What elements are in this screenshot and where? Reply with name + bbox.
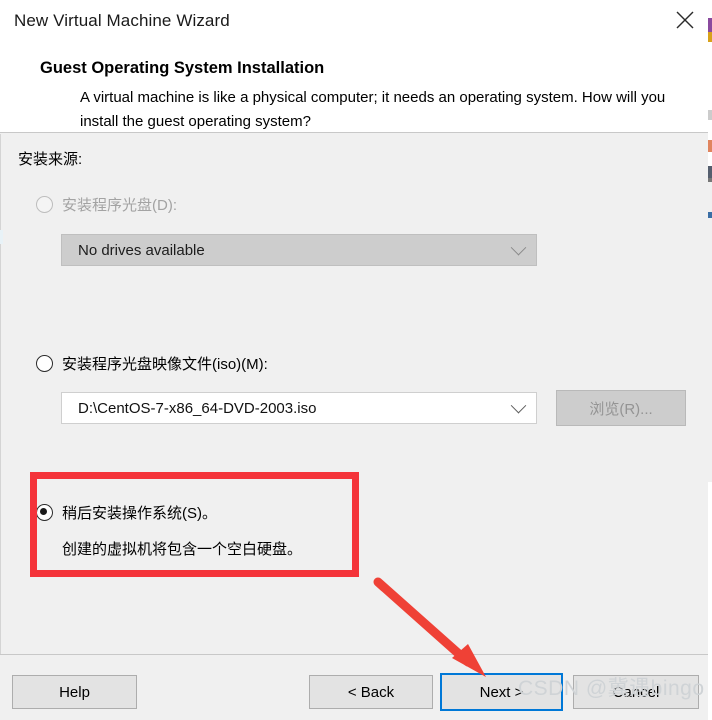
title-bar: New Virtual Machine Wizard — [0, 0, 712, 44]
drive-select-value: No drives available — [78, 241, 205, 259]
radio-option-installer-disc[interactable]: 安装程序光盘(D): — [36, 194, 177, 215]
radio-icon-installer-iso — [36, 355, 53, 372]
wizard-header: Guest Operating System Installation A vi… — [0, 44, 712, 133]
close-button[interactable] — [662, 0, 708, 40]
right-edge-artifact — [708, 0, 712, 720]
iso-path-dropdown[interactable]: D:\CentOS-7-x86_64-DVD-2003.iso — [61, 392, 537, 424]
highlight-box-install-later — [30, 472, 359, 577]
radio-label-installer-iso: 安装程序光盘映像文件(iso)(M): — [62, 356, 268, 373]
iso-path-value: D:\CentOS-7-x86_64-DVD-2003.iso — [78, 399, 317, 417]
help-button[interactable]: Help — [12, 675, 137, 709]
radio-icon-installer-disc — [36, 196, 53, 213]
browse-button[interactable]: 浏览(R)... — [556, 390, 686, 426]
page-description: A virtual machine is like a physical com… — [80, 89, 666, 130]
new-virtual-machine-wizard-window: New Virtual Machine Wizard Guest Operati… — [0, 0, 712, 720]
window-title: New Virtual Machine Wizard — [14, 11, 230, 30]
wizard-body: 安装来源: 安装程序光盘(D): No drives available 安装程… — [0, 134, 712, 654]
page-title: Guest Operating System Installation — [40, 59, 325, 77]
radio-option-installer-iso[interactable]: 安装程序光盘映像文件(iso)(M): — [36, 353, 268, 374]
chevron-down-icon-iso — [500, 397, 536, 414]
radio-icon-install-later — [36, 504, 53, 521]
radio-option-install-later[interactable]: 稍后安装操作系统(S)。 — [36, 502, 217, 523]
install-later-description: 创建的虚拟机将包含一个空白硬盘。 — [62, 541, 303, 558]
next-button[interactable]: Next > — [440, 673, 563, 711]
chevron-down-icon-drive — [500, 239, 536, 256]
drive-select-dropdown[interactable]: No drives available — [61, 234, 537, 266]
cancel-button[interactable]: Cancel — [573, 675, 699, 709]
radio-label-installer-disc: 安装程序光盘(D): — [62, 197, 177, 214]
close-icon — [676, 11, 694, 29]
left-edge-tick — [0, 230, 3, 244]
install-source-label: 安装来源: — [18, 151, 83, 168]
left-edge-rule — [0, 134, 1, 654]
radio-label-install-later: 稍后安装操作系统(S)。 — [62, 505, 217, 522]
back-button[interactable]: < Back — [309, 675, 433, 709]
wizard-footer: Help < Back Next > Cancel — [0, 654, 712, 720]
